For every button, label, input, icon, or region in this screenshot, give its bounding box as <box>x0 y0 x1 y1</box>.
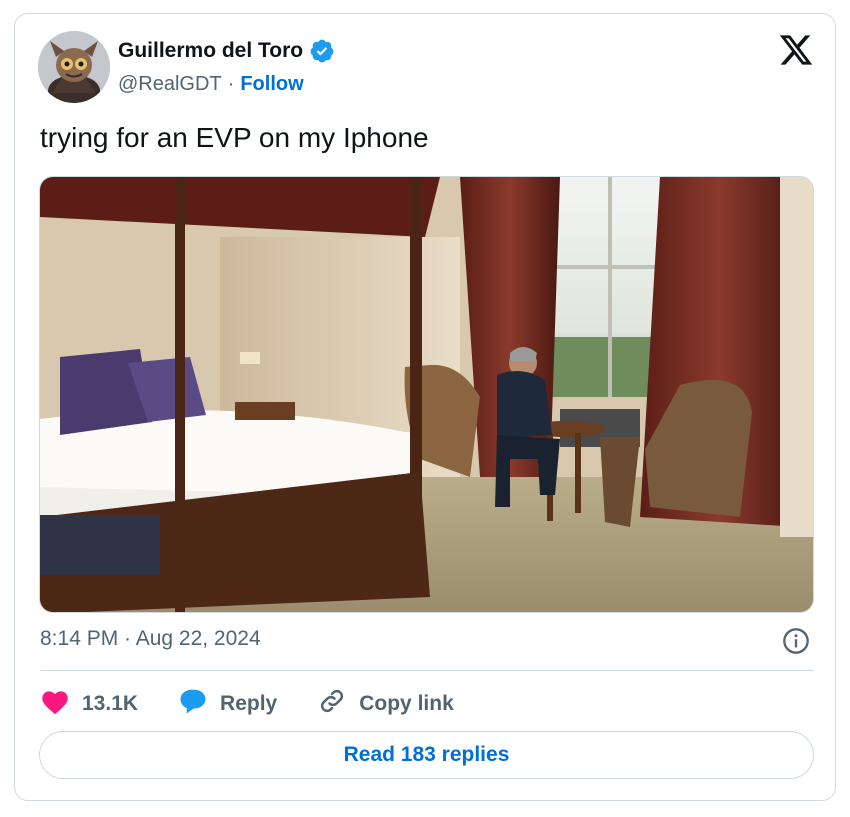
copy-link-button[interactable]: Copy link <box>317 686 454 722</box>
separator-dot: · <box>227 73 235 95</box>
tweet-text: trying for an EVP on my Iphone <box>40 122 429 153</box>
action-bar: 13.1K Reply Copy link <box>40 686 494 722</box>
info-icon[interactable] <box>782 627 810 655</box>
reply-bubble-icon <box>178 687 208 721</box>
avatar[interactable] <box>38 31 110 103</box>
follow-button[interactable]: Follow <box>240 73 303 96</box>
divider <box>40 670 814 671</box>
reply-button[interactable]: Reply <box>178 687 277 721</box>
copy-link-label: Copy link <box>359 692 454 715</box>
verified-badge-icon <box>309 38 335 64</box>
like-count: 13.1K <box>82 692 139 715</box>
heart-icon <box>40 687 70 721</box>
reply-label: Reply <box>220 692 278 715</box>
author-handle-row: @RealGDT · Follow <box>118 73 304 96</box>
tweet-photo[interactable] <box>39 176 814 613</box>
tweet-timestamp[interactable]: 8:14 PM · Aug 22, 2024 <box>40 627 261 651</box>
author-name[interactable]: Guillermo del Toro <box>118 39 303 63</box>
author-name-row: Guillermo del Toro <box>118 38 335 64</box>
like-button[interactable]: 13.1K <box>40 687 138 721</box>
x-logo-icon[interactable] <box>778 32 814 68</box>
author-handle[interactable]: @RealGDT <box>118 73 222 96</box>
link-icon <box>317 686 347 722</box>
read-replies-button[interactable]: Read 183 replies <box>39 731 814 779</box>
